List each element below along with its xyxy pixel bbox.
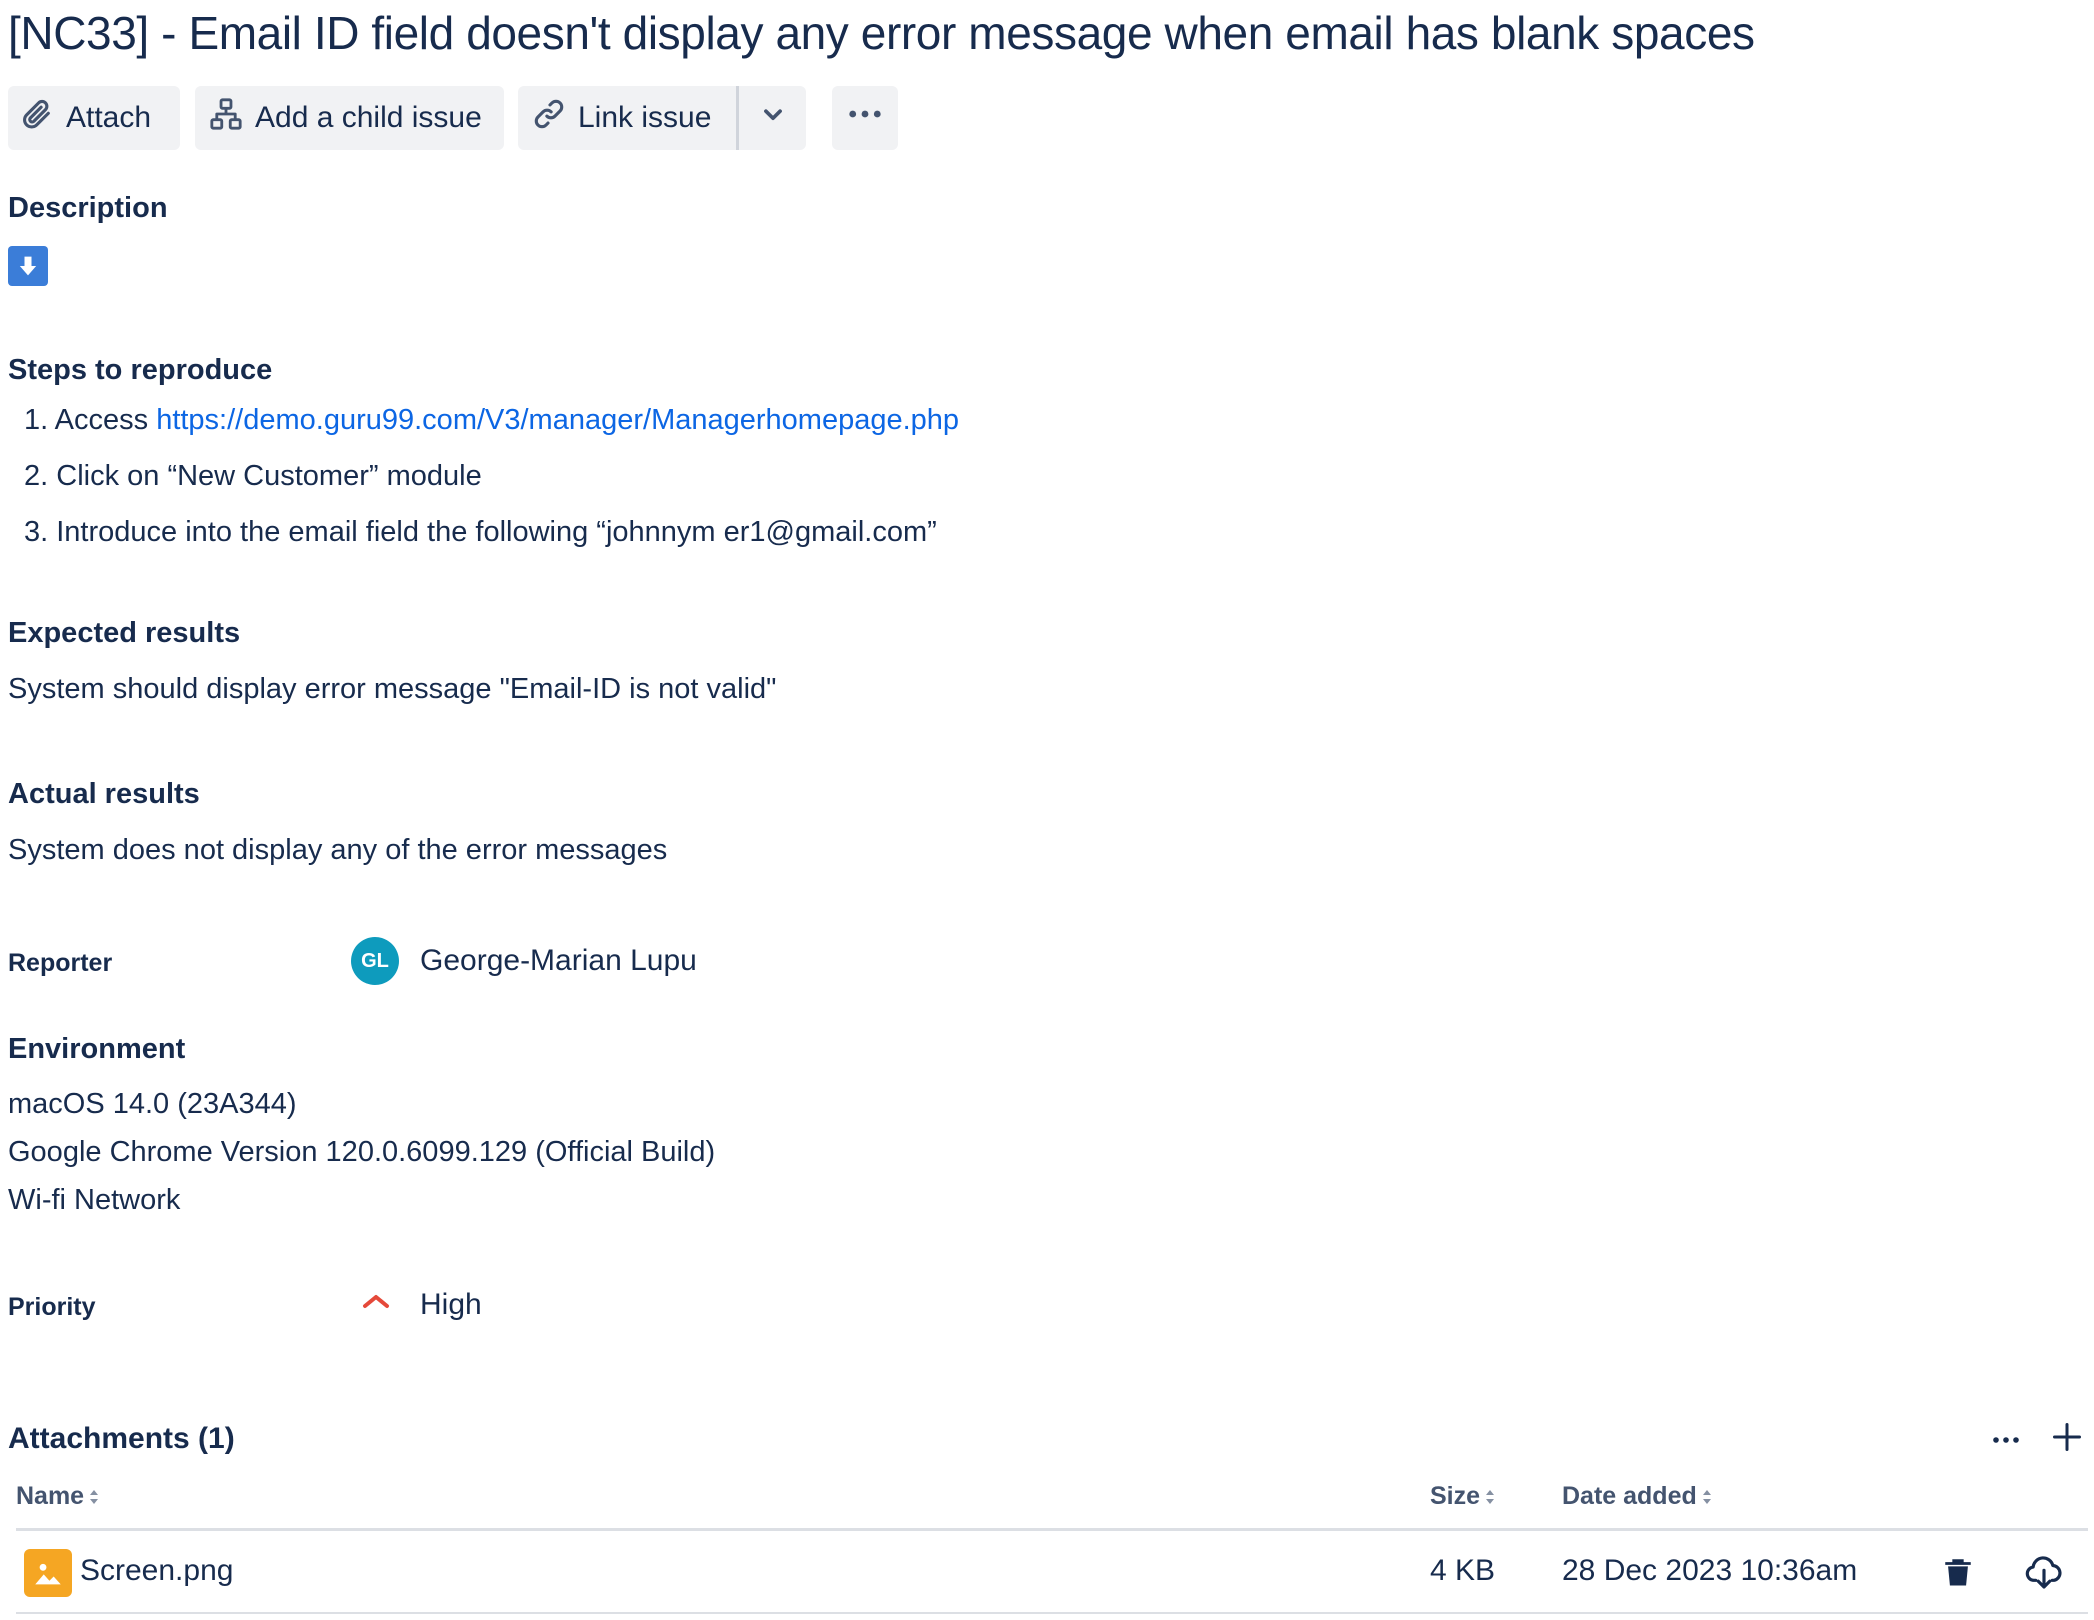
more-actions-button[interactable] [832,86,898,150]
actual-results-text: System does not display any of the error… [8,834,668,866]
attach-label: Attach [66,101,152,134]
reporter-name[interactable]: George-Marian Lupu [420,944,697,978]
step-text: Introduce into the email field the follo… [56,516,937,548]
step-url-link[interactable]: https://demo.guru99.com/V3/manager/Manag… [156,404,959,436]
expected-results-text: System should display error message "Ema… [8,673,777,705]
date-column-header[interactable]: Date added [1562,1482,1713,1511]
priority-label: Priority [8,1293,96,1321]
link-issue-button[interactable]: Link issue [518,86,736,150]
avatar[interactable]: GL [351,937,399,985]
table-row-divider [16,1612,2088,1614]
attachment-date: 28 Dec 2023 10:36am [1562,1554,1858,1587]
paperclip-icon [20,97,54,139]
attachment-name[interactable]: Screen.png [80,1554,233,1588]
environment-line: Google Chrome Version 120.0.6099.129 (Of… [8,1136,716,1168]
sort-icon [1486,1489,1495,1504]
column-header-label: Size [1430,1482,1481,1510]
expected-results-heading: Expected results [8,617,241,649]
issue-title[interactable]: [NC33] - Email ID field doesn't display … [8,6,1755,60]
attachments-heading: Attachments (1) [8,1422,235,1455]
attachment-size: 4 KB [1430,1554,1496,1587]
environment-line: macOS 14.0 (23A344) [8,1088,297,1120]
cloud-download-icon [2024,1552,2064,1597]
link-issue-label: Link issue [578,101,712,134]
environment-line: Wi-fi Network [8,1184,181,1216]
delete-attachment-button[interactable] [1936,1552,1980,1596]
issue-view: [NC33] - Email ID field doesn't display … [0,0,2094,1620]
link-issue-dropdown-button[interactable] [739,86,806,150]
column-header-label: Name [16,1482,85,1510]
sort-icon [1702,1489,1711,1504]
step-number: 3. [24,516,49,548]
list-item: 3. Introduce into the email field the fo… [24,516,937,549]
sort-icon [90,1489,99,1504]
more-icon [1992,1431,2020,1449]
list-item: 1. Access https://demo.guru99.com/V3/man… [24,404,959,437]
attachments-more-button[interactable] [1986,1422,2026,1458]
step-number: 1. [24,404,49,436]
add-attachment-button[interactable] [2048,1420,2086,1458]
name-column-header[interactable]: Name [16,1482,100,1511]
priority-high-icon [361,1290,391,1312]
step-number: 2. [24,460,49,492]
actual-results-heading: Actual results [8,778,200,810]
size-column-header[interactable]: Size [1430,1482,1496,1511]
column-header-label: Date added [1562,1482,1697,1510]
table-header-divider [16,1528,2088,1531]
download-attachment-button[interactable] [2022,1552,2066,1596]
steps-heading: Steps to reproduce [8,354,273,386]
trash-icon [1941,1555,1975,1594]
list-item: 2. Click on “New Customer” module [24,460,482,493]
download-arrow-icon [8,246,48,286]
link-icon [532,97,566,139]
more-icon [848,97,882,139]
add-child-issue-button[interactable]: Add a child issue [195,86,504,150]
image-file-icon [24,1549,72,1597]
hierarchy-icon [209,97,243,139]
priority-value[interactable]: High [420,1288,482,1322]
step-text: Click on “New Customer” module [56,460,482,492]
environment-heading: Environment [8,1033,186,1065]
step-text: Access [54,404,157,436]
chevron-down-icon [756,97,790,139]
add-child-issue-label: Add a child issue [255,101,482,134]
description-heading: Description [8,192,168,224]
attach-button[interactable]: Attach [8,86,180,150]
plus-icon [2052,1422,2082,1457]
reporter-label: Reporter [8,949,113,977]
